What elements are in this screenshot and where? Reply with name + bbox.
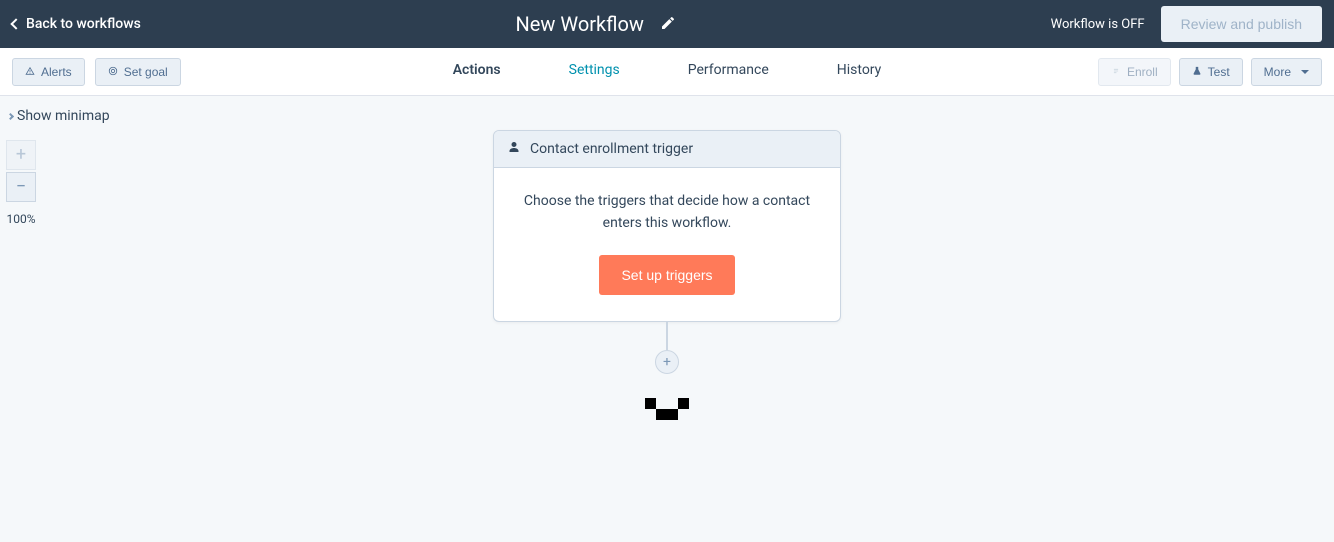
zoom-level: 100% xyxy=(6,212,35,226)
target-icon xyxy=(108,65,118,79)
zoom-in-button[interactable]: + xyxy=(6,140,36,170)
chevron-down-icon xyxy=(1301,70,1309,74)
minimap-label: Show minimap xyxy=(17,108,110,124)
header-right: Workflow is OFF Review and publish xyxy=(1051,6,1322,42)
test-label: Test xyxy=(1208,65,1230,79)
card-text: Choose the triggers that decide how a co… xyxy=(520,190,814,235)
enroll-icon xyxy=(1111,65,1121,79)
card-header: Contact enrollment trigger xyxy=(494,131,840,168)
enrollment-trigger-card: Contact enrollment trigger Choose the tr… xyxy=(493,130,841,322)
card-body: Choose the triggers that decide how a co… xyxy=(494,168,840,321)
show-minimap-toggle[interactable]: Show minimap xyxy=(8,108,110,124)
set-goal-label: Set goal xyxy=(124,65,168,79)
back-to-workflows-link[interactable]: Back to workflows xyxy=(12,16,141,32)
review-publish-button[interactable]: Review and publish xyxy=(1161,6,1322,42)
more-button[interactable]: More xyxy=(1251,58,1322,86)
chevron-left-icon xyxy=(10,18,21,29)
end-marker-icon xyxy=(645,398,689,420)
more-label: More xyxy=(1264,65,1291,79)
alerts-label: Alerts xyxy=(41,65,72,79)
zoom-controls: + − 100% xyxy=(6,140,36,226)
enroll-button: Enroll xyxy=(1098,58,1171,86)
set-up-triggers-button[interactable]: Set up triggers xyxy=(599,255,734,295)
person-icon xyxy=(508,141,520,157)
zoom-out-button[interactable]: − xyxy=(6,172,36,202)
sub-nav-right: Enroll Test More xyxy=(1098,58,1322,86)
back-label: Back to workflows xyxy=(26,16,141,32)
add-step-button[interactable]: + xyxy=(655,350,679,374)
chevron-right-icon xyxy=(7,112,14,119)
sub-nav: Alerts Set goal Actions Settings Perform… xyxy=(0,48,1334,96)
workflow-status: Workflow is OFF xyxy=(1051,17,1145,32)
flask-icon xyxy=(1192,65,1202,79)
workflow-center: Contact enrollment trigger Choose the tr… xyxy=(493,130,841,420)
workflow-canvas[interactable]: Show minimap + − 100% Contact enrollment… xyxy=(0,96,1334,542)
connector-line xyxy=(666,322,668,350)
alert-icon xyxy=(25,65,35,79)
set-goal-button[interactable]: Set goal xyxy=(95,58,181,86)
alerts-button[interactable]: Alerts xyxy=(12,58,85,86)
test-button[interactable]: Test xyxy=(1179,58,1243,86)
sub-nav-left: Alerts Set goal xyxy=(12,58,181,86)
card-title: Contact enrollment trigger xyxy=(530,141,693,157)
enroll-label: Enroll xyxy=(1127,65,1158,79)
